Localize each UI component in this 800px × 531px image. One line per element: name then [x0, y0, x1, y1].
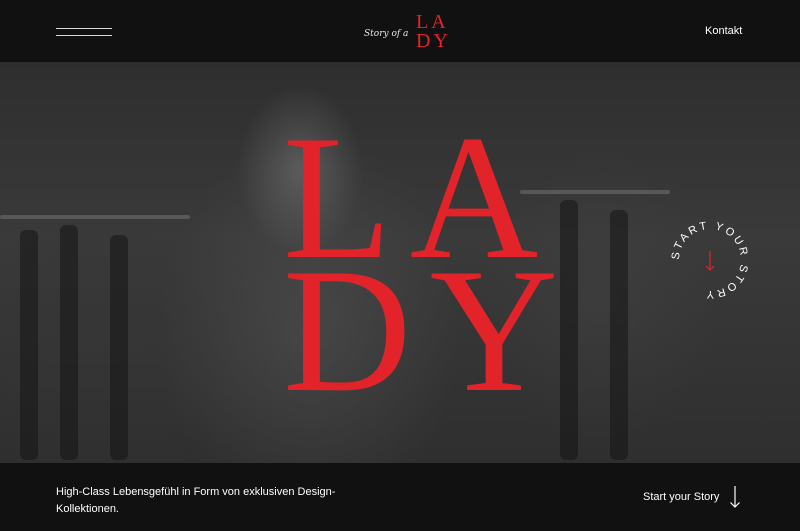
hanging-garment	[610, 210, 628, 460]
contact-link[interactable]: Kontakt	[705, 25, 742, 37]
logo-script: Story of a	[364, 29, 409, 39]
hanging-garment	[110, 235, 128, 460]
arrow-down-icon	[730, 486, 741, 508]
circular-text-badge: START YOUR STORY	[670, 220, 748, 300]
site-header: Story of a LA DY Kontakt	[0, 0, 800, 62]
logo-line-2: DY	[416, 30, 451, 52]
hamburger-icon	[56, 35, 112, 36]
tagline: High-Class Lebensgefühl in Form von exkl…	[56, 486, 336, 515]
menu-button[interactable]	[56, 25, 112, 39]
start-story-badge[interactable]: START YOUR STORY	[668, 218, 752, 302]
hamburger-icon	[56, 28, 112, 29]
clothing-rail	[0, 215, 190, 219]
arrow-down-icon	[705, 251, 715, 271]
start-story-button[interactable]: Start your Story	[643, 485, 741, 509]
start-story-label: Start your Story	[643, 491, 720, 503]
hanging-garment	[60, 225, 78, 460]
hero-title-line-2: DY	[283, 231, 577, 429]
logo-line-1: LA	[416, 11, 449, 33]
site-logo[interactable]: Story of a LA DY	[364, 12, 454, 54]
hanging-garment	[20, 230, 38, 460]
